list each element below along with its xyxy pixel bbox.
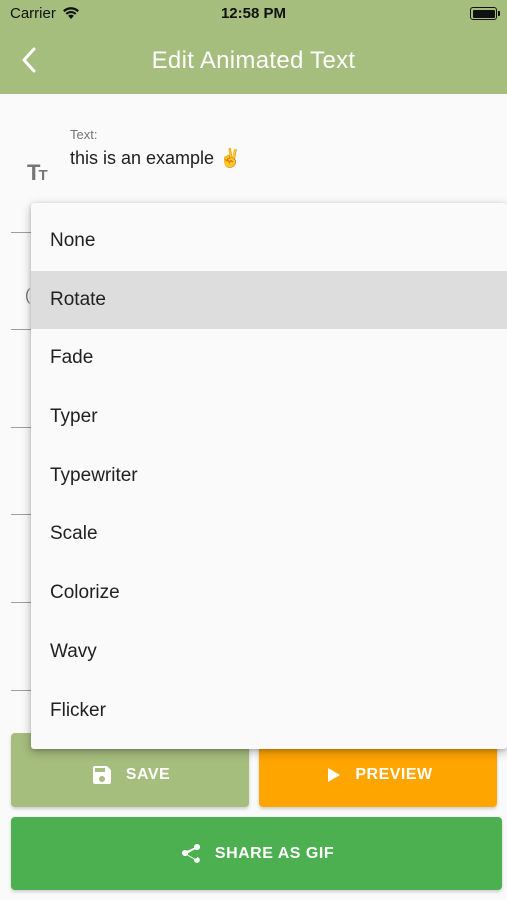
text-field-label: Text: [70,127,98,142]
battery-icon [470,7,500,20]
page-title: Edit Animated Text [151,47,356,74]
dropdown-item-rotate[interactable]: Rotate [31,270,507,330]
app-bar: Edit Animated Text [0,27,507,94]
dropdown-item-fade[interactable]: Fade [31,329,507,388]
dropdown-item-none[interactable]: None [31,212,507,271]
status-time: 12:58 PM [220,5,287,22]
share-button-label: SHARE AS GIF [214,844,335,862]
text-field-row[interactable]: TT Text: this is an example ✌️ [0,94,507,204]
animation-type-dropdown-menu: None Rotate Fade Typer Typewriter Scale … [31,203,507,749]
share-as-gif-button[interactable]: SHARE AS GIF [11,817,502,890]
divider [11,602,31,603]
play-icon [323,765,343,785]
dropdown-item-typewriter[interactable]: Typewriter [31,447,507,506]
dropdown-item-flicker[interactable]: Flicker [31,682,507,741]
save-icon [90,763,114,787]
dropdown-item-typer[interactable]: Typer [31,388,507,447]
save-button-label: SAVE [125,765,171,783]
share-icon [179,842,203,866]
divider [11,329,31,330]
dropdown-item-colorize[interactable]: Colorize [31,564,507,623]
text-field-value[interactable]: this is an example ✌️ [70,148,241,169]
divider [11,514,31,515]
dropdown-item-scale[interactable]: Scale [31,505,507,564]
divider [11,427,31,428]
divider [11,232,31,233]
text-size-icon: TT [27,160,48,185]
dropdown-item-wavy[interactable]: Wavy [31,623,507,682]
divider [11,690,31,691]
field-icon: ( [25,287,31,304]
status-bar: Carrier 12:58 PM [0,0,507,27]
preview-button-label: PREVIEW [355,765,433,783]
